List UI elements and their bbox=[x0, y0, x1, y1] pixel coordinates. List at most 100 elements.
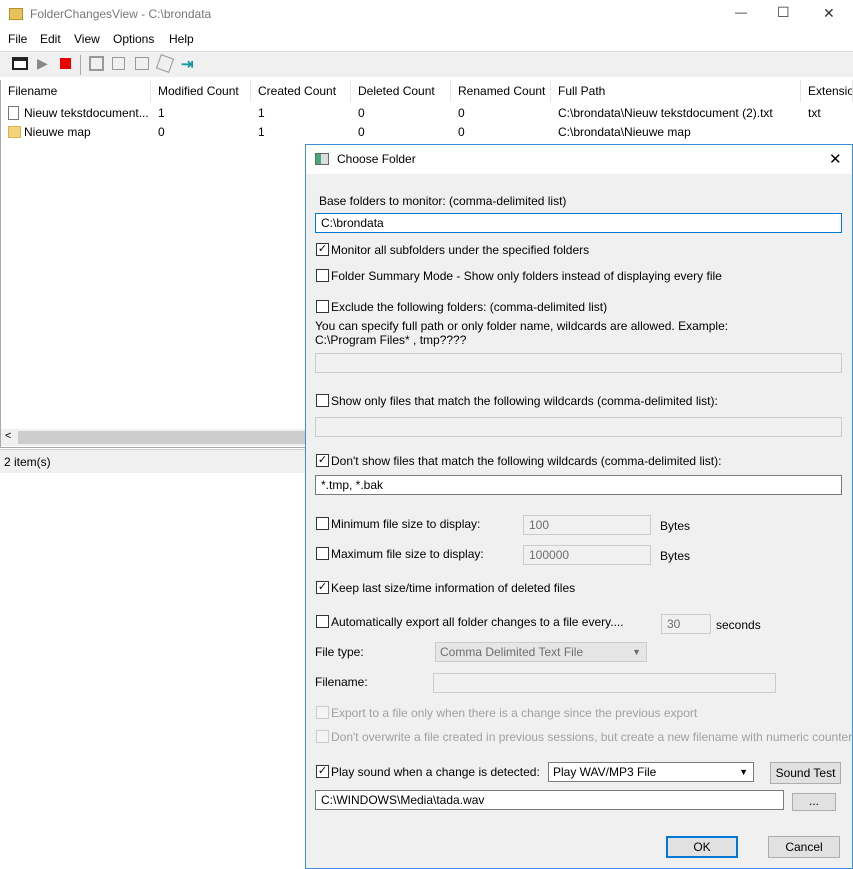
cell-modified: 1 bbox=[158, 106, 165, 120]
max-size-checkbox[interactable] bbox=[316, 547, 329, 560]
menu-bar: File Edit View Options Help bbox=[0, 30, 853, 50]
browse-button[interactable]: ... bbox=[792, 793, 836, 811]
summary-mode-label: Folder Summary Mode - Show only folders … bbox=[331, 269, 722, 283]
exit-icon[interactable]: ⇥ bbox=[181, 55, 194, 73]
summary-mode-checkbox[interactable] bbox=[316, 269, 329, 282]
sound-type-value: Play WAV/MP3 File bbox=[553, 765, 657, 779]
toolbar-separator bbox=[80, 55, 81, 75]
dont-overwrite-checkbox[interactable] bbox=[316, 730, 329, 743]
column-modified-count[interactable]: Modified Count bbox=[151, 80, 251, 102]
max-size-input[interactable]: 100000 bbox=[523, 545, 651, 565]
close-button[interactable]: ✕ bbox=[823, 5, 835, 22]
cell-filename: Nieuwe map bbox=[24, 125, 91, 139]
dialog-icon bbox=[315, 153, 329, 165]
exclude-folders-label: Exclude the following folders: (comma-de… bbox=[331, 300, 608, 314]
cell-created: 1 bbox=[258, 106, 265, 120]
status-bar: 2 item(s) bbox=[0, 449, 305, 473]
copy-icon[interactable] bbox=[112, 57, 125, 70]
column-filename[interactable]: Filename bbox=[1, 80, 151, 102]
cell-created: 1 bbox=[258, 125, 265, 139]
min-size-checkbox[interactable] bbox=[316, 517, 329, 530]
play-icon[interactable]: ▶ bbox=[37, 55, 48, 72]
export-on-change-checkbox[interactable] bbox=[316, 706, 329, 719]
file-type-value: Comma Delimited Text File bbox=[440, 645, 584, 659]
app-icon bbox=[9, 8, 23, 20]
dialog-close-button[interactable]: ✕ bbox=[829, 145, 842, 174]
column-full-path[interactable]: Full Path bbox=[551, 80, 801, 102]
show-only-label: Show only files that match the following… bbox=[331, 394, 718, 408]
cell-full-path: C:\brondata\Nieuwe map bbox=[558, 125, 691, 139]
sound-type-select[interactable]: Play WAV/MP3 File ▼ bbox=[548, 762, 754, 782]
cell-deleted: 0 bbox=[358, 106, 365, 120]
column-renamed-count[interactable]: Renamed Count bbox=[451, 80, 551, 102]
cell-extension: txt bbox=[808, 106, 821, 120]
min-bytes-label: Bytes bbox=[660, 519, 691, 533]
export-on-change-label: Export to a file only when there is a ch… bbox=[331, 706, 698, 720]
play-sound-checkbox[interactable]: ✓ bbox=[316, 765, 329, 778]
exclude-folders-input[interactable] bbox=[315, 353, 842, 373]
menu-file[interactable]: File bbox=[8, 32, 27, 46]
stop-icon[interactable] bbox=[60, 58, 71, 69]
column-created-count[interactable]: Created Count bbox=[251, 80, 351, 102]
sound-test-button[interactable]: Sound Test bbox=[770, 762, 841, 784]
cell-renamed: 0 bbox=[458, 125, 465, 139]
max-size-label: Maximum file size to display: bbox=[331, 547, 484, 561]
show-only-input[interactable] bbox=[315, 417, 842, 437]
auto-export-checkbox[interactable] bbox=[316, 615, 329, 628]
exclude-example: C:\Program Files* , tmp???? bbox=[315, 333, 467, 347]
properties-icon[interactable] bbox=[12, 57, 28, 70]
keep-last-label: Keep last size/time information of delet… bbox=[331, 581, 576, 595]
menu-edit[interactable]: Edit bbox=[40, 32, 61, 46]
cell-renamed: 0 bbox=[458, 106, 465, 120]
column-extension[interactable]: Extension bbox=[801, 80, 853, 102]
cell-modified: 0 bbox=[158, 125, 165, 139]
horizontal-scrollbar[interactable]: < bbox=[1, 429, 305, 446]
base-folders-input[interactable]: C:\brondata bbox=[315, 213, 842, 233]
ok-button[interactable]: OK bbox=[666, 836, 738, 858]
exclude-folders-checkbox[interactable] bbox=[316, 300, 329, 313]
dont-show-checkbox[interactable]: ✓ bbox=[316, 454, 329, 467]
min-size-input[interactable]: 100 bbox=[523, 515, 651, 535]
menu-help[interactable]: Help bbox=[169, 32, 194, 46]
scrollbar-thumb[interactable] bbox=[18, 431, 305, 444]
dialog-title: Choose Folder bbox=[337, 152, 416, 166]
dont-show-input[interactable]: *.tmp, *.bak bbox=[315, 475, 842, 495]
file-type-select[interactable]: Comma Delimited Text File ▼ bbox=[435, 642, 647, 662]
chevron-down-icon: ▼ bbox=[632, 647, 641, 657]
window-title: FolderChangesView - C:\brondata bbox=[30, 7, 212, 21]
toolbar: ▶ ⇥ bbox=[0, 51, 853, 77]
save-icon[interactable] bbox=[89, 56, 104, 71]
text-file-icon bbox=[8, 106, 19, 120]
auto-export-interval-input[interactable]: 30 bbox=[661, 614, 711, 634]
sound-file-input[interactable]: C:\WINDOWS\Media\tada.wav bbox=[315, 790, 784, 810]
cell-filename: Nieuw tekstdocument... bbox=[24, 106, 149, 120]
scroll-left-icon[interactable]: < bbox=[5, 430, 11, 442]
folder-icon bbox=[8, 126, 21, 138]
filename-label: Filename: bbox=[315, 675, 368, 689]
file-type-label: File type: bbox=[315, 645, 364, 659]
show-only-checkbox[interactable] bbox=[316, 394, 329, 407]
cell-deleted: 0 bbox=[358, 125, 365, 139]
menu-view[interactable]: View bbox=[74, 32, 100, 46]
column-deleted-count[interactable]: Deleted Count bbox=[351, 80, 451, 102]
html-report-icon[interactable] bbox=[135, 57, 149, 70]
menu-options[interactable]: Options bbox=[113, 32, 154, 46]
minimize-button[interactable]: — bbox=[735, 5, 747, 19]
cancel-button[interactable]: Cancel bbox=[768, 836, 840, 858]
keep-last-checkbox[interactable]: ✓ bbox=[316, 581, 329, 594]
find-icon[interactable] bbox=[155, 54, 175, 73]
chevron-down-icon: ▼ bbox=[739, 767, 748, 777]
monitor-subfolders-label: Monitor all subfolders under the specifi… bbox=[331, 243, 590, 257]
export-filename-input[interactable] bbox=[433, 673, 776, 693]
play-sound-label: Play sound when a change is detected: bbox=[331, 765, 540, 779]
cell-full-path: C:\brondata\Nieuw tekstdocument (2).txt bbox=[558, 106, 773, 120]
auto-export-label: Automatically export all folder changes … bbox=[331, 615, 624, 629]
monitor-subfolders-checkbox[interactable]: ✓ bbox=[316, 243, 329, 256]
max-bytes-label: Bytes bbox=[660, 549, 691, 563]
seconds-label: seconds bbox=[716, 618, 761, 632]
maximize-button[interactable]: ☐ bbox=[777, 4, 790, 21]
dont-overwrite-label: Don't overwrite a file created in previo… bbox=[331, 730, 853, 744]
exclude-hint: You can specify full path or only folder… bbox=[315, 319, 729, 333]
title-bar: FolderChangesView - C:\brondata — ☐ ✕ bbox=[0, 0, 853, 30]
dialog-title-bar: Choose Folder ✕ bbox=[306, 145, 852, 174]
